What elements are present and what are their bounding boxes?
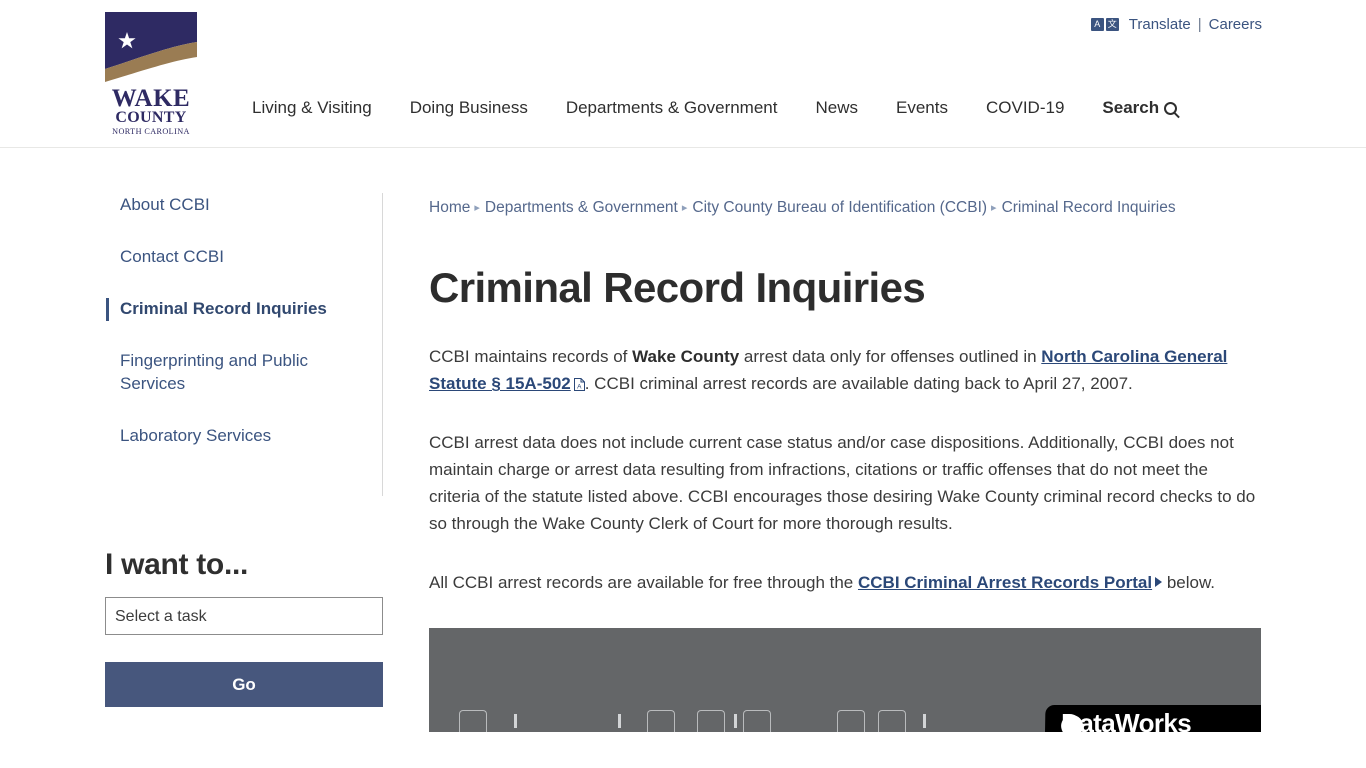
main-content: Home ▸ Departments & Government ▸ City Count… [429, 193, 1261, 732]
careers-link[interactable]: Careers [1209, 16, 1262, 33]
breadcrumb-item-current: Criminal Record Inquiries [1001, 199, 1176, 216]
placeholder-rect [459, 710, 487, 732]
nav-item-search[interactable]: Search [1102, 98, 1178, 118]
nav-item-doing-business[interactable]: Doing Business [410, 98, 528, 118]
page-body: About CCBI Contact CCBI Criminal Record … [0, 148, 1366, 768]
site-header: WAKE COUNTY NORTH CAROLINA A文 Translate … [0, 0, 1366, 148]
task-select[interactable]: Select a task [105, 597, 383, 635]
paragraph-3-text-b: below. [1162, 573, 1216, 592]
page-title: Criminal Record Inquiries [429, 264, 926, 311]
nav-item-events[interactable]: Events [896, 98, 948, 118]
sidebar-item-laboratory-services[interactable]: Laboratory Services [105, 424, 374, 447]
svg-text:WAKE: WAKE [112, 85, 190, 112]
placeholder-rect [837, 710, 865, 732]
breadcrumb-item-ccbi[interactable]: City County Bureau of Identification (CC… [692, 199, 987, 216]
paragraph-1-text-b: arrest data only for offenses outlined i… [739, 347, 1042, 366]
records-portal-embed[interactable]: DataWorks [429, 628, 1261, 732]
paragraph-1-bold: Wake County [632, 347, 740, 366]
translate-icon-letter-a: A [1090, 18, 1104, 31]
sidebar-item-criminal-record-inquiries[interactable]: Criminal Record Inquiries [105, 297, 374, 321]
i-want-to-heading: I want to... [105, 548, 249, 581]
translate-icon: A文 [1090, 18, 1119, 31]
paragraph-3: All CCBI arrest records are available fo… [429, 569, 1261, 596]
placeholder-bar [923, 714, 926, 728]
search-label: Search [1102, 98, 1160, 117]
sidebar-item-about-ccbi[interactable]: About CCBI [105, 193, 374, 216]
sidebar-item-fingerprinting-and-public-services[interactable]: Fingerprinting and Public Services [105, 349, 374, 395]
main-navigation: Living & Visiting Doing Business Departm… [252, 98, 1178, 118]
wake-county-logo[interactable]: WAKE COUNTY NORTH CAROLINA [105, 12, 197, 137]
breadcrumb-item-departments-government[interactable]: Departments & Government [485, 199, 678, 216]
breadcrumb-separator: ▸ [681, 202, 688, 214]
utility-separator: | [1197, 16, 1202, 33]
translate-link[interactable]: Translate [1129, 16, 1191, 33]
dataworks-logo: DataWorks [1045, 705, 1261, 732]
svg-text:COUNTY: COUNTY [115, 109, 186, 126]
translate-icon-letter-cjk: 文 [1105, 18, 1119, 31]
paragraph-1-text-a: CCBI maintains records of [429, 347, 633, 366]
paragraph-1: CCBI maintains records of Wake County ar… [429, 343, 1261, 397]
go-button[interactable]: Go [105, 662, 383, 707]
nav-item-news[interactable]: News [815, 98, 858, 118]
nav-item-covid-19[interactable]: COVID-19 [986, 98, 1064, 118]
breadcrumb-separator: ▸ [991, 202, 997, 214]
nav-item-living-visiting[interactable]: Living & Visiting [252, 98, 372, 118]
ccbi-criminal-arrest-records-portal-link[interactable]: CCBI Criminal Arrest Records Portal [858, 573, 1152, 592]
placeholder-rect [878, 710, 906, 732]
paragraph-2: CCBI arrest data does not include curren… [429, 433, 1256, 533]
body-copy: CCBI maintains records of Wake County ar… [429, 343, 1261, 596]
svg-text:A: A [577, 383, 582, 390]
paragraph-3-text-a: All CCBI arrest records are available fo… [429, 573, 858, 592]
placeholder-rect [647, 710, 675, 732]
breadcrumb-separator: ▸ [474, 202, 480, 214]
breadcrumb-item-home[interactable]: Home [429, 199, 470, 216]
pdf-icon: A [573, 372, 585, 391]
paragraph-1-text-c: . CCBI criminal arrest records are avail… [584, 374, 1133, 393]
placeholder-rect [697, 710, 725, 732]
ccbi-portal-link-label: CCBI Criminal Arrest Records Portal [857, 573, 1153, 592]
dataworks-logo-dot [1061, 715, 1084, 732]
section-navigation: About CCBI Contact CCBI Criminal Record … [105, 193, 383, 496]
sidebar: About CCBI Contact CCBI Criminal Record … [105, 193, 383, 707]
utility-nav: A文 Translate | Careers [1090, 16, 1262, 33]
search-icon [1164, 101, 1178, 115]
placeholder-bar [618, 714, 621, 728]
placeholder-bar [734, 714, 737, 728]
wake-county-logo-svg: WAKE COUNTY NORTH CAROLINA [105, 12, 197, 136]
i-want-to-widget: I want to... Select a task Go [105, 547, 383, 707]
breadcrumb: Home ▸ Departments & Government ▸ City Count… [429, 193, 1261, 224]
placeholder-rect [743, 710, 771, 732]
svg-text:NORTH CAROLINA: NORTH CAROLINA [112, 127, 190, 136]
placeholder-bar [514, 714, 517, 728]
sidebar-item-contact-ccbi[interactable]: Contact CCBI [105, 245, 374, 268]
nav-item-departments-government[interactable]: Departments & Government [566, 98, 778, 118]
